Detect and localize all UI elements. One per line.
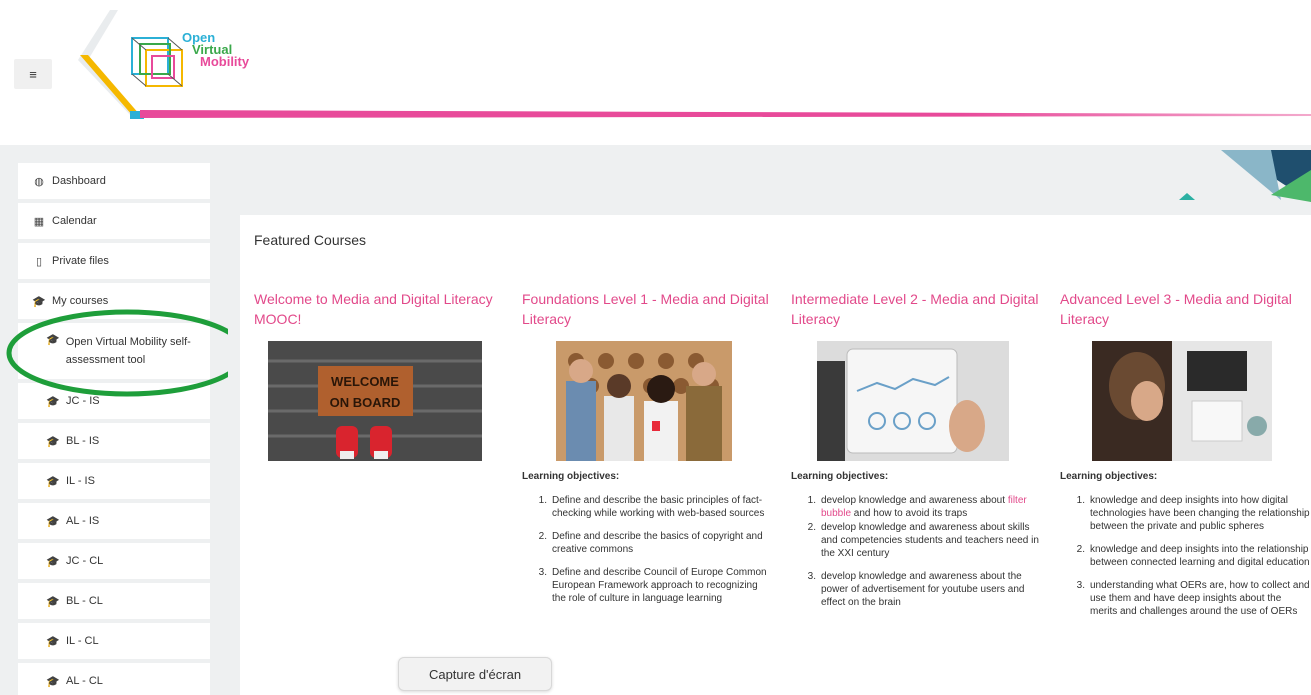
objectives-heading: Learning objectives: xyxy=(791,471,889,482)
doormat-text-line2: ON BOARD xyxy=(330,395,401,410)
graduation-cap-icon: 🎓 xyxy=(46,435,60,448)
logo-cubes-icon xyxy=(131,37,183,87)
screenshot-tooltip: Capture d'écran xyxy=(398,657,552,691)
sidebar-item-jc-is[interactable]: 🎓 JC - IS xyxy=(18,383,210,419)
graduation-cap-icon: 🎓 xyxy=(46,595,60,608)
objective-item: 2. develop knowledge and awareness about … xyxy=(807,522,1039,559)
objectives-heading: Learning objectives: xyxy=(522,471,620,482)
corner-decoration-graphic xyxy=(1179,150,1311,202)
page-header: ≡ Open Virtual Mobility xyxy=(0,0,1311,145)
objective-item: 1. Define and describe the basic principl… xyxy=(538,495,765,519)
sidebar-item-dashboard[interactable]: ◍ Dashboard xyxy=(18,163,210,199)
objective-item: 3. understanding what OERs are, how to co… xyxy=(1076,580,1310,617)
course-image-welcome[interactable]: WELCOME ON BOARD xyxy=(268,341,482,461)
objective-item: 3. Define and describe Council of Europe … xyxy=(538,567,767,604)
sidebar-item-label: JC - CL xyxy=(66,555,104,567)
file-icon: ▯ xyxy=(35,255,43,268)
sidebar-item-label: Private files xyxy=(52,255,109,267)
course-image-tablet[interactable] xyxy=(817,341,1009,461)
section-title: Featured Courses xyxy=(254,232,367,248)
graduation-cap-icon: 🎓 xyxy=(46,475,60,488)
graduation-cap-icon: 🎓 xyxy=(46,675,60,688)
course-image-desk[interactable] xyxy=(1092,341,1272,461)
course-card: Advanced Level 3 - Media and Digital Lit… xyxy=(1060,289,1310,628)
sidebar-item-bl-cl[interactable]: 🎓 BL - CL xyxy=(18,583,210,619)
course-title-link[interactable]: Foundations Level 1 - Media and Digital … xyxy=(522,289,772,329)
course-card: Intermediate Level 2 - Media and Digital… xyxy=(791,289,1041,619)
sidebar-item-label: IL - CL xyxy=(66,635,99,647)
graduation-cap-icon: 🎓 xyxy=(46,555,60,568)
sidebar-item-private-files[interactable]: ▯ Private files xyxy=(18,243,210,279)
objective-item: 2. knowledge and deep insights into the r… xyxy=(1076,544,1310,568)
course-title-link[interactable]: Advanced Level 3 - Media and Digital Lit… xyxy=(1060,289,1310,329)
sidebar-item-label: AL - IS xyxy=(66,515,100,527)
sidebar-item-label: My courses xyxy=(52,295,109,307)
course-card: Foundations Level 1 - Media and Digital … xyxy=(522,289,772,615)
header-accent-line xyxy=(140,110,1311,118)
objective-item: 1. knowledge and deep insights into how d… xyxy=(1076,495,1310,532)
sidebar-item-calendar[interactable]: ▦ Calendar xyxy=(18,203,210,239)
sidebar-item-ovm-self-assessment[interactable]: 🎓 Open Virtual Mobility self-assessment … xyxy=(18,323,210,379)
doormat-text-line1: WELCOME xyxy=(331,374,399,389)
graduation-cap-icon: 🎓 xyxy=(46,635,60,648)
logo-line-mobility: Mobility xyxy=(200,54,250,69)
graduation-cap-icon: 🎓 xyxy=(32,295,46,308)
sidebar-item-bl-is[interactable]: 🎓 BL - IS xyxy=(18,423,210,459)
calendar-icon: ▦ xyxy=(33,215,45,228)
sidebar-item-label: Calendar xyxy=(52,215,97,227)
objectives-heading: Learning objectives: xyxy=(1060,471,1158,482)
sidebar-item-label: IL - IS xyxy=(66,475,95,487)
objectives-list: 1. Define and describe the basic principl… xyxy=(522,494,772,605)
sidebar-item-my-courses[interactable]: 🎓 My courses xyxy=(18,283,210,319)
logo-wordmark[interactable]: Open Virtual Mobility xyxy=(182,31,250,69)
sidebar-item-label: BL - CL xyxy=(66,595,103,607)
course-card: Welcome to Media and Digital Literacy MO… xyxy=(254,289,504,461)
objective-item: 1. develop knowledge and awareness about… xyxy=(807,495,1027,519)
sidebar-item-jc-cl[interactable]: 🎓 JC - CL xyxy=(18,543,210,579)
sidebar-item-label: Open Virtual Mobility self-assessment to… xyxy=(65,336,191,366)
course-image-people[interactable] xyxy=(556,341,732,461)
graduation-cap-icon: 🎓 xyxy=(46,395,60,408)
objective-item: 2. Define and describe the basics of copy… xyxy=(538,531,763,555)
dashboard-icon: ◍ xyxy=(34,175,44,188)
course-title-link[interactable]: Welcome to Media and Digital Literacy MO… xyxy=(254,289,504,329)
sidebar-item-il-cl[interactable]: 🎓 IL - CL xyxy=(18,623,210,659)
objective-item: 3. develop knowledge and awareness about … xyxy=(807,571,1025,608)
objectives-list: 1. knowledge and deep insights into how d… xyxy=(1060,494,1310,618)
graduation-cap-icon: 🎓 xyxy=(46,515,60,528)
graduation-cap-icon: 🎓 xyxy=(46,334,60,346)
sidebar-item-al-is[interactable]: 🎓 AL - IS xyxy=(18,503,210,539)
sidebar-item-al-cl[interactable]: 🎓 AL - CL xyxy=(18,663,210,695)
sidebar-item-label: JC - IS xyxy=(66,395,100,407)
objectives-list: 1. develop knowledge and awareness about… xyxy=(791,494,1041,609)
menu-toggle-button[interactable]: ≡ xyxy=(14,59,52,89)
course-title-link[interactable]: Intermediate Level 2 - Media and Digital… xyxy=(791,289,1041,329)
sidebar-item-il-is[interactable]: 🎓 IL - IS xyxy=(18,463,210,499)
hamburger-icon: ≡ xyxy=(29,66,37,82)
sidebar-item-label: Dashboard xyxy=(52,175,106,187)
sidebar-item-label: AL - CL xyxy=(66,675,103,687)
sidebar-item-label: BL - IS xyxy=(66,435,100,447)
